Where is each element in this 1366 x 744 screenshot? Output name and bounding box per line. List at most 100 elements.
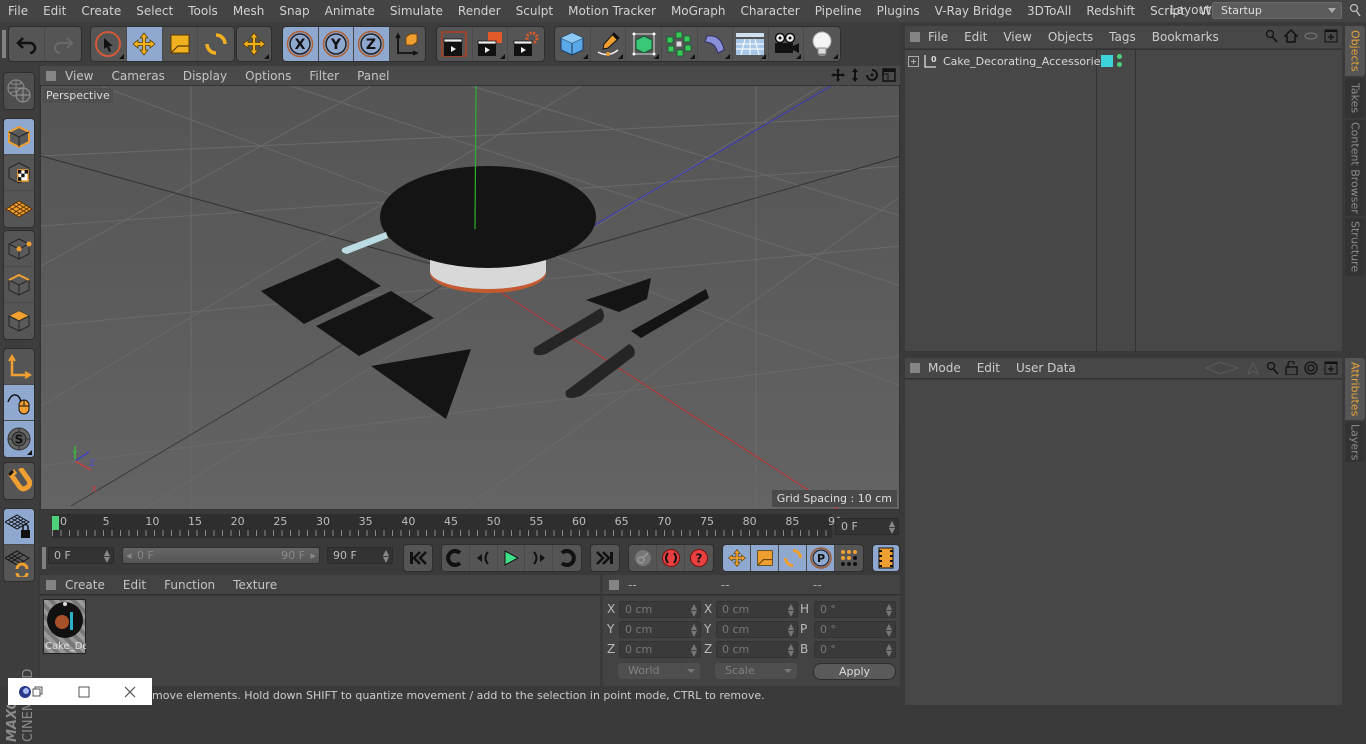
om-menu-objects[interactable]: Objects <box>1040 30 1101 44</box>
spinner-icon[interactable]: ▲ ▼ <box>691 623 697 638</box>
material-menu-function[interactable]: Function <box>155 578 224 592</box>
range-right-arrow[interactable]: ▸ <box>310 548 316 563</box>
viewport-menu-display[interactable]: Display <box>174 69 236 83</box>
om-menu-bookmarks[interactable]: Bookmarks <box>1144 30 1227 44</box>
render-settings-button[interactable] <box>508 27 544 61</box>
restore-icon[interactable] <box>32 686 44 698</box>
spinner-icon[interactable]: ▲ ▼ <box>889 520 895 535</box>
next-key-button[interactable] <box>553 545 581 571</box>
spinner-icon[interactable]: ▲ ▼ <box>886 603 892 618</box>
menu-sculpt[interactable]: Sculpt <box>508 4 560 18</box>
object-manager-grip[interactable] <box>910 32 920 42</box>
target-icon[interactable] <box>1304 361 1318 375</box>
rotation-field[interactable]: 0 ° ▲ ▼ <box>814 621 896 638</box>
menu-render[interactable]: Render <box>450 4 508 18</box>
key-scale-button[interactable] <box>751 545 779 571</box>
edges-mode-button[interactable] <box>4 267 34 303</box>
redo-button[interactable] <box>45 27 81 61</box>
size-field[interactable]: 0 cm ▲ ▼ <box>716 621 798 638</box>
menu-mograph[interactable]: MoGraph <box>663 4 733 18</box>
position-field[interactable]: 0 cm ▲ ▼ <box>619 601 701 618</box>
keyframe-selection-button[interactable]: ? <box>685 545 713 571</box>
om-menu-tags[interactable]: Tags <box>1101 30 1144 44</box>
axis-mode-button[interactable] <box>4 349 34 385</box>
spinner-icon[interactable]: ▲ ▼ <box>691 603 697 618</box>
points-mode-button[interactable] <box>4 231 34 267</box>
x-axis-lock-button[interactable]: X <box>283 27 319 61</box>
tab-objects[interactable]: Objects <box>1345 26 1365 76</box>
new-panel-icon[interactable] <box>1324 361 1338 375</box>
material-menu-edit[interactable]: Edit <box>114 578 155 592</box>
workplane-mode-button[interactable] <box>4 191 34 227</box>
add-subdivision-button[interactable] <box>626 27 662 61</box>
expand-icon[interactable] <box>908 55 919 67</box>
material-menu-texture[interactable]: Texture <box>224 578 286 592</box>
menu-character[interactable]: Character <box>732 4 806 18</box>
menu-file[interactable]: File <box>0 4 35 18</box>
pan-view-icon[interactable] <box>831 68 845 82</box>
viewport-menu-filter[interactable]: Filter <box>300 69 348 83</box>
key-parameter-button[interactable]: P <box>807 545 835 571</box>
menu-tools[interactable]: Tools <box>180 4 225 18</box>
menu-simulate[interactable]: Simulate <box>382 4 450 18</box>
menu-mesh[interactable]: Mesh <box>225 4 272 18</box>
frame-range-slider[interactable]: ◂ 0 F 90 F ▸ <box>122 547 320 564</box>
recent-tool-button[interactable] <box>237 27 271 61</box>
tab-content-browser[interactable]: Content Browser <box>1345 120 1365 216</box>
play-button[interactable] <box>498 545 526 571</box>
add-deformer-button[interactable] <box>698 27 734 61</box>
menu-animate[interactable]: Animate <box>317 4 382 18</box>
menu-3dtoall[interactable]: 3DToAll <box>1019 4 1078 18</box>
editor-visibility-dot[interactable] <box>1117 54 1122 59</box>
search-icon[interactable] <box>1265 29 1278 43</box>
move-tool-button[interactable] <box>126 27 163 61</box>
timeline-ruler[interactable]: 051015202530354045505560657075808590 <box>52 514 842 538</box>
add-floor-button[interactable] <box>733 27 769 61</box>
tab-attributes[interactable]: Attributes <box>1345 358 1365 420</box>
apply-button[interactable]: Apply <box>813 663 896 680</box>
timeline-window-button[interactable] <box>873 545 899 571</box>
layer-color-swatch[interactable] <box>1101 55 1113 67</box>
go-to-end-button[interactable] <box>591 545 619 571</box>
spinner-icon[interactable]: ▲ ▼ <box>383 549 389 564</box>
texture-mode-button[interactable] <box>4 155 34 191</box>
key-position-button[interactable] <box>723 545 751 571</box>
workplane-align-button[interactable] <box>4 545 34 581</box>
y-axis-lock-button[interactable]: Y <box>318 27 354 61</box>
render-view-button[interactable] <box>437 27 473 61</box>
position-field[interactable]: 0 cm ▲ ▼ <box>619 641 701 658</box>
menu-edit[interactable]: Edit <box>35 4 73 18</box>
spinner-icon[interactable]: ▲ ▼ <box>104 549 110 564</box>
end-frame-field[interactable]: 90 F ▲ ▼ <box>327 547 393 564</box>
add-cloner-button[interactable] <box>662 27 698 61</box>
current-frame-field[interactable]: 0 F ▲ ▼ <box>835 518 899 535</box>
workplane-lock-button[interactable] <box>4 509 34 545</box>
tab-layers[interactable]: Layers <box>1345 422 1365 462</box>
add-light-button[interactable] <box>804 27 840 61</box>
material-menu-create[interactable]: Create <box>56 578 114 592</box>
range-left-arrow[interactable]: ◂ <box>126 548 132 563</box>
menu-pipeline[interactable]: Pipeline <box>807 4 869 18</box>
spinner-icon[interactable]: ▲ ▼ <box>886 623 892 638</box>
om-menu-view[interactable]: View <box>995 30 1039 44</box>
toggle-layout-icon[interactable] <box>882 68 896 82</box>
add-camera-button[interactable] <box>769 27 805 61</box>
object-name[interactable]: Cake_Decorating_Accessories <box>943 55 1106 68</box>
coordinate-system-button[interactable] <box>390 27 425 61</box>
menu-motion-tracker[interactable]: Motion Tracker <box>560 4 663 18</box>
tab-structure[interactable]: Structure <box>1345 218 1365 276</box>
go-to-start-button[interactable] <box>404 545 432 571</box>
am-menu-mode[interactable]: Mode <box>920 361 969 375</box>
add-spline-button[interactable] <box>591 27 627 61</box>
render-visibility-dot[interactable] <box>1117 62 1122 67</box>
search-icon[interactable] <box>1349 3 1361 17</box>
visibility-icon[interactable] <box>1304 29 1318 43</box>
key-point-level-button[interactable] <box>835 545 863 571</box>
previous-frame-button[interactable] <box>470 545 498 571</box>
menu-create[interactable]: Create <box>73 4 128 18</box>
live-selection-button[interactable] <box>91 27 127 61</box>
menu-redshift[interactable]: Redshift <box>1078 4 1142 18</box>
menu-select[interactable]: Select <box>128 4 180 18</box>
zoom-view-icon[interactable] <box>848 68 862 82</box>
viewport-menu-options[interactable]: Options <box>236 69 300 83</box>
